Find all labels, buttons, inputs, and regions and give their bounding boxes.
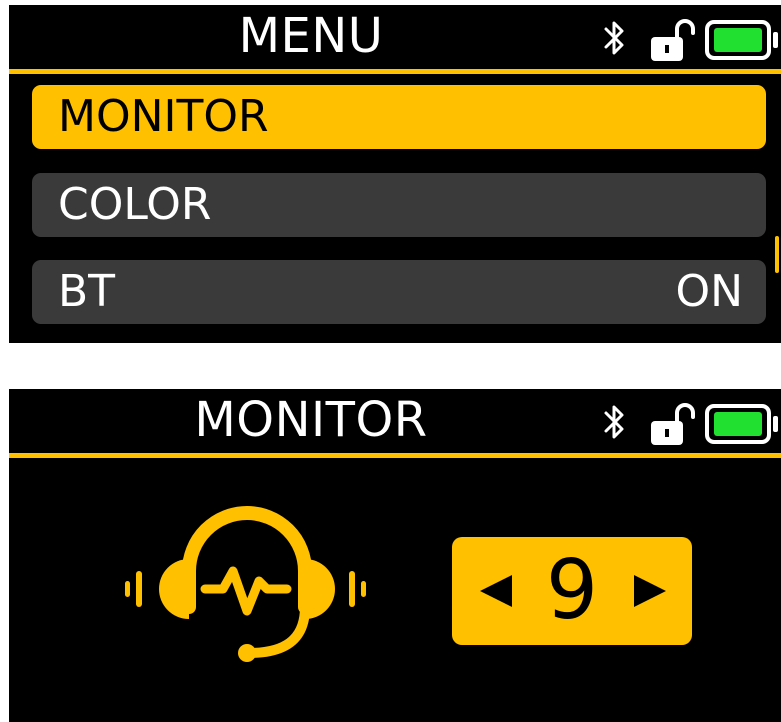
menu-item-label: BT bbox=[58, 266, 116, 317]
page-title: MENU bbox=[238, 8, 384, 64]
page-title: MONITOR bbox=[194, 392, 428, 448]
scrollbar[interactable] bbox=[775, 236, 779, 273]
header-divider bbox=[9, 453, 781, 458]
headset-heartbeat-icon bbox=[125, 506, 366, 662]
menu-item-value: ON bbox=[675, 266, 743, 317]
status-bar bbox=[599, 15, 781, 65]
bluetooth-icon bbox=[604, 405, 624, 439]
battery-icon bbox=[705, 404, 778, 444]
arrow-right-icon[interactable] bbox=[632, 573, 668, 609]
menu-screen: MENU MONITOR COLOR BT ON bbox=[9, 5, 781, 343]
battery-icon bbox=[705, 20, 778, 60]
menu-item-label: COLOR bbox=[58, 179, 212, 230]
arrow-left-icon[interactable] bbox=[478, 573, 514, 609]
menu-item-monitor[interactable]: MONITOR bbox=[32, 85, 766, 149]
menu-item-color[interactable]: COLOR bbox=[32, 173, 766, 237]
unlocked-icon bbox=[651, 403, 695, 445]
monitor-value: 9 bbox=[545, 543, 599, 638]
menu-item-label: MONITOR bbox=[58, 91, 269, 142]
unlocked-icon bbox=[651, 19, 695, 61]
status-bar bbox=[599, 399, 781, 449]
menu-item-bt[interactable]: BT ON bbox=[32, 260, 766, 324]
bluetooth-icon bbox=[604, 21, 624, 55]
monitor-screen: MONITOR 9 bbox=[9, 389, 781, 722]
value-selector[interactable]: 9 bbox=[452, 537, 692, 645]
header-divider bbox=[9, 69, 781, 74]
